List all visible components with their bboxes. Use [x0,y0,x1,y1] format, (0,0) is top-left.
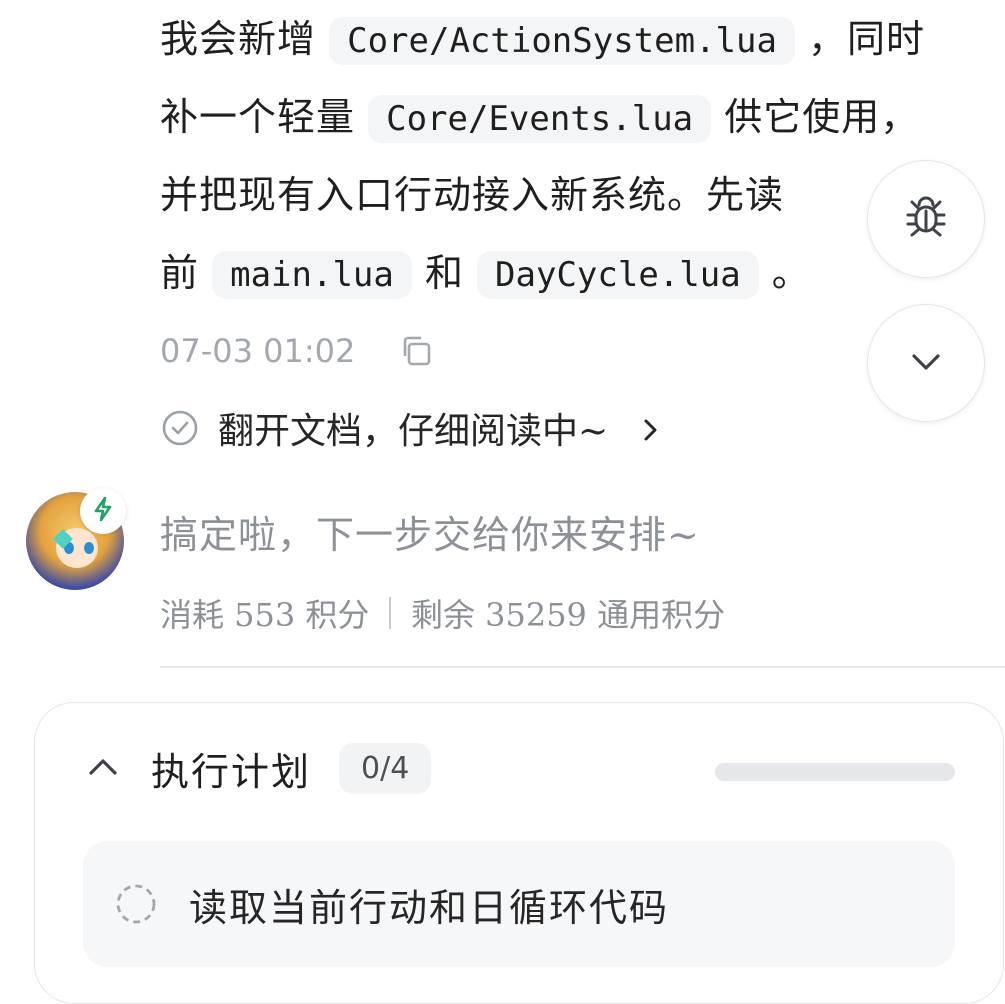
usage-separator [389,597,391,629]
chevron-up-icon[interactable] [87,756,119,782]
message-line-4: 前 main.lua 和 DayCycle.lua 。 [160,234,980,312]
message-meta: 07-03 01:02 [160,332,433,370]
reading-status[interactable]: 翻开文档，仔细阅读中~ [160,402,662,454]
assistant-status-text: 搞定啦，下一步交给你来安排~ [160,513,700,557]
message-text: 并把现有入口行动接入新系统。先读 [160,173,785,217]
plan-header[interactable]: 执行计划 0/4 [87,741,432,796]
message-line-1: 我会新增 Core/ActionSystem.lua ，同时 [160,0,980,78]
timestamp: 07-03 01:02 [160,332,356,370]
avatar-eye [84,542,94,554]
message-text: 补一个轻量 [160,95,369,139]
plan-task-label: 读取当前行动和日循环代码 [189,885,670,930]
plan-count-badge: 0/4 [339,743,432,794]
chevron-down-icon [908,349,944,377]
lightning-badge [80,488,126,534]
inline-code: DayCycle.lua [477,251,759,299]
chevron-right-icon [638,413,662,443]
usage-info: 消耗 553 积分 剩余 35259 通用积分 [160,590,725,636]
usage-consumed: 消耗 553 积分 [160,596,370,634]
message-text: 供它使用， [711,95,920,139]
inline-code: Core/ActionSystem.lua [329,17,795,65]
message-text: ，同时 [794,17,926,61]
pending-circle-icon [115,883,157,925]
inline-code: main.lua [212,251,412,299]
reading-status-label: 翻开文档，仔细阅读中~ [218,411,609,452]
execution-plan-card: 执行计划 0/4 读取当前行动和日循环代码 [34,702,1004,1004]
inline-code: Core/Events.lua [368,95,712,143]
message-line-3: 并把现有入口行动接入新系统。先读 [160,156,980,234]
message-text: 。 [758,251,811,295]
copy-icon[interactable] [399,334,433,368]
check-circle-icon [160,408,200,448]
divider [160,666,1005,668]
debug-button[interactable] [867,160,985,278]
usage-remaining: 剩余 35259 通用积分 [410,596,726,634]
message-line-2: 补一个轻量 Core/Events.lua 供它使用， [160,78,980,156]
message-text: 前 [160,251,213,295]
message-text: 和 [411,251,478,295]
message-text: 我会新增 [160,17,330,61]
plan-title: 执行计划 [151,750,312,794]
plan-progress-bar [715,763,955,781]
plan-task-item[interactable]: 读取当前行动和日循环代码 [83,841,955,967]
assistant-message: 我会新增 Core/ActionSystem.lua ，同时 补一个轻量 Cor… [160,0,980,312]
lightning-icon [89,495,117,527]
bug-icon [902,193,950,245]
scroll-down-button[interactable] [867,304,985,422]
